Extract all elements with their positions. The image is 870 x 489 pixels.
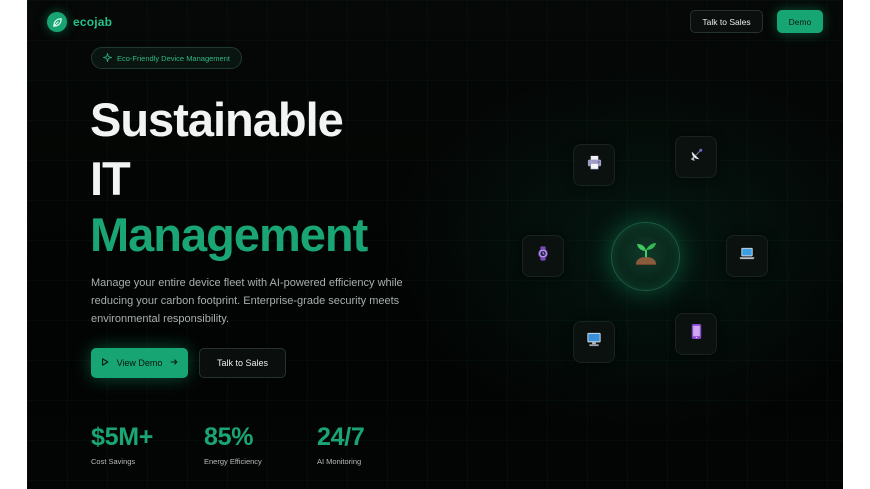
stat-value: 85% [204, 423, 254, 451]
device-node-printer [573, 144, 615, 186]
stat-cost-savings: $5M+ Cost Savings [91, 423, 154, 467]
brand-name: ecojab [73, 15, 113, 29]
stat-value: 24/7 [317, 423, 365, 451]
eco-hub [611, 222, 680, 291]
printer-icon [586, 154, 603, 176]
seedling-icon [631, 238, 661, 275]
stat-label: AI Monitoring [317, 457, 362, 466]
stat-label: Cost Savings [91, 457, 136, 466]
hero-title-line-3: Management [90, 208, 368, 261]
play-icon [101, 358, 109, 368]
landing-page: ecojab Talk to Sales Demo Eco-Friendly D… [27, 0, 843, 489]
badge-label: Eco-Friendly Device Management [117, 53, 230, 63]
nav-talk-to-sales-button[interactable]: Talk to Sales [690, 10, 763, 33]
stat-energy-efficiency: 85% Energy Efficiency [204, 423, 262, 467]
leaf-icon [47, 12, 67, 32]
arrow-right-icon [170, 358, 178, 368]
nav-demo-button[interactable]: Demo [777, 10, 823, 33]
sparkle-icon [101, 49, 114, 67]
brand-logo[interactable]: ecojab [47, 12, 112, 32]
device-node-tablet [675, 313, 717, 355]
eco-badge: Eco-Friendly Device Management [91, 47, 242, 69]
stat-value: $5M+ [91, 423, 154, 451]
laptop-icon [738, 245, 756, 267]
device-node-desktop [573, 321, 615, 363]
device-node-watch [522, 235, 564, 277]
tablet-icon [688, 323, 705, 345]
smartwatch-icon [535, 245, 551, 267]
hero-title-line-1: Sustainable [90, 93, 344, 146]
hero-title-line-2: IT [90, 152, 131, 205]
device-node-satellite [675, 136, 717, 178]
talk-to-sales-button[interactable]: Talk to Sales [199, 348, 286, 378]
stat-label: Energy Efficiency [204, 457, 262, 466]
desktop-monitor-icon [585, 331, 603, 353]
satellite-dish-icon [688, 146, 705, 168]
device-node-laptop [726, 235, 768, 277]
view-demo-button[interactable]: View Demo [91, 348, 188, 378]
view-demo-label: View Demo [116, 358, 163, 368]
stat-ai-monitoring: 24/7 AI Monitoring [317, 423, 365, 467]
hero-description: Manage your entire device fleet with AI-… [91, 277, 403, 325]
